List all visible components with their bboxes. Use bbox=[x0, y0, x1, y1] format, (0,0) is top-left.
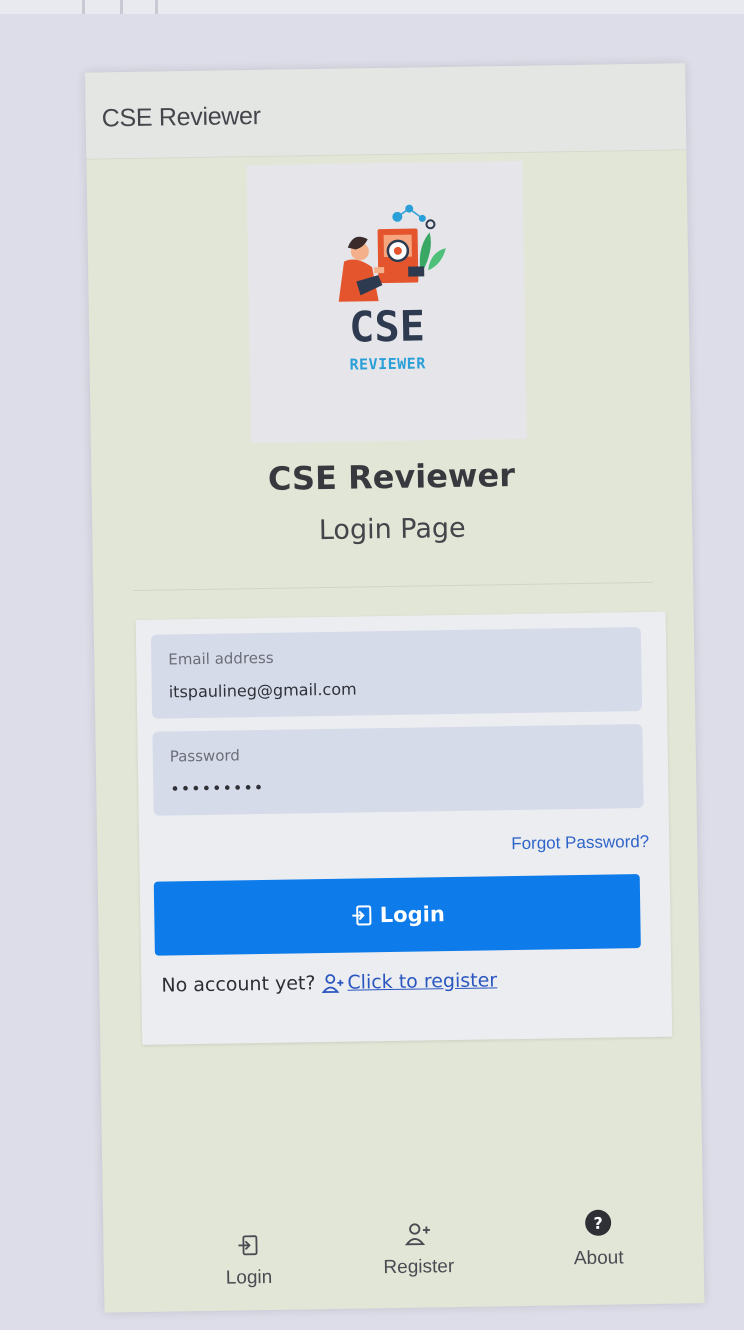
tab-login[interactable]: Login bbox=[173, 1218, 324, 1310]
add-user-icon bbox=[321, 972, 345, 994]
login-card: Email address itspaulineg@gmail.com Pass… bbox=[135, 611, 673, 1045]
email-label: Email address bbox=[168, 648, 274, 669]
divider bbox=[133, 581, 654, 592]
tab-register-label: Register bbox=[383, 1256, 455, 1279]
title-bar: CSE Reviewer bbox=[85, 63, 687, 160]
tab-register[interactable]: Register bbox=[343, 1207, 494, 1299]
register-prompt: No account yet? Click to register bbox=[161, 969, 497, 996]
email-field[interactable]: Email address itspaulineg@gmail.com bbox=[150, 627, 643, 719]
password-field[interactable]: Password ••••••••• bbox=[152, 724, 644, 816]
app-window: CSE Reviewer CSE REVIEWER CSE Reviewer L… bbox=[85, 63, 705, 1313]
app-logo-image: CSE REVIEWER bbox=[338, 204, 446, 374]
tab-about[interactable]: ? About bbox=[523, 1199, 674, 1291]
page-title: CSE Reviewer bbox=[267, 456, 516, 498]
logo-illustration bbox=[338, 204, 446, 302]
password-value: ••••••••• bbox=[170, 777, 265, 799]
login-icon bbox=[236, 1219, 261, 1257]
help-circle-icon: ? bbox=[583, 1200, 614, 1238]
bottom-tab-bar: Login Register ? About bbox=[103, 1198, 704, 1297]
tab-login-label: Login bbox=[225, 1266, 273, 1289]
app-logo: CSE REVIEWER bbox=[246, 160, 527, 444]
page-subtitle: Login Page bbox=[318, 512, 466, 547]
app-title: CSE Reviewer bbox=[101, 101, 261, 133]
logo-brand-main: CSE bbox=[349, 301, 426, 351]
login-button[interactable]: Login bbox=[153, 874, 641, 956]
forgot-password-link[interactable]: Forgot Password? bbox=[511, 832, 649, 854]
logo-brand-sub: REVIEWER bbox=[349, 354, 426, 373]
password-label: Password bbox=[169, 746, 240, 766]
tab-about-label: About bbox=[573, 1247, 624, 1270]
login-button-label: Login bbox=[379, 902, 445, 928]
register-icon bbox=[404, 1208, 433, 1246]
register-link[interactable]: Click to register bbox=[347, 969, 497, 993]
login-icon bbox=[350, 903, 374, 927]
monitor-top-strip bbox=[0, 0, 744, 14]
svg-text:?: ? bbox=[593, 1214, 603, 1233]
no-account-text: No account yet? bbox=[161, 972, 316, 997]
email-value: itspaulineg@gmail.com bbox=[168, 679, 357, 702]
